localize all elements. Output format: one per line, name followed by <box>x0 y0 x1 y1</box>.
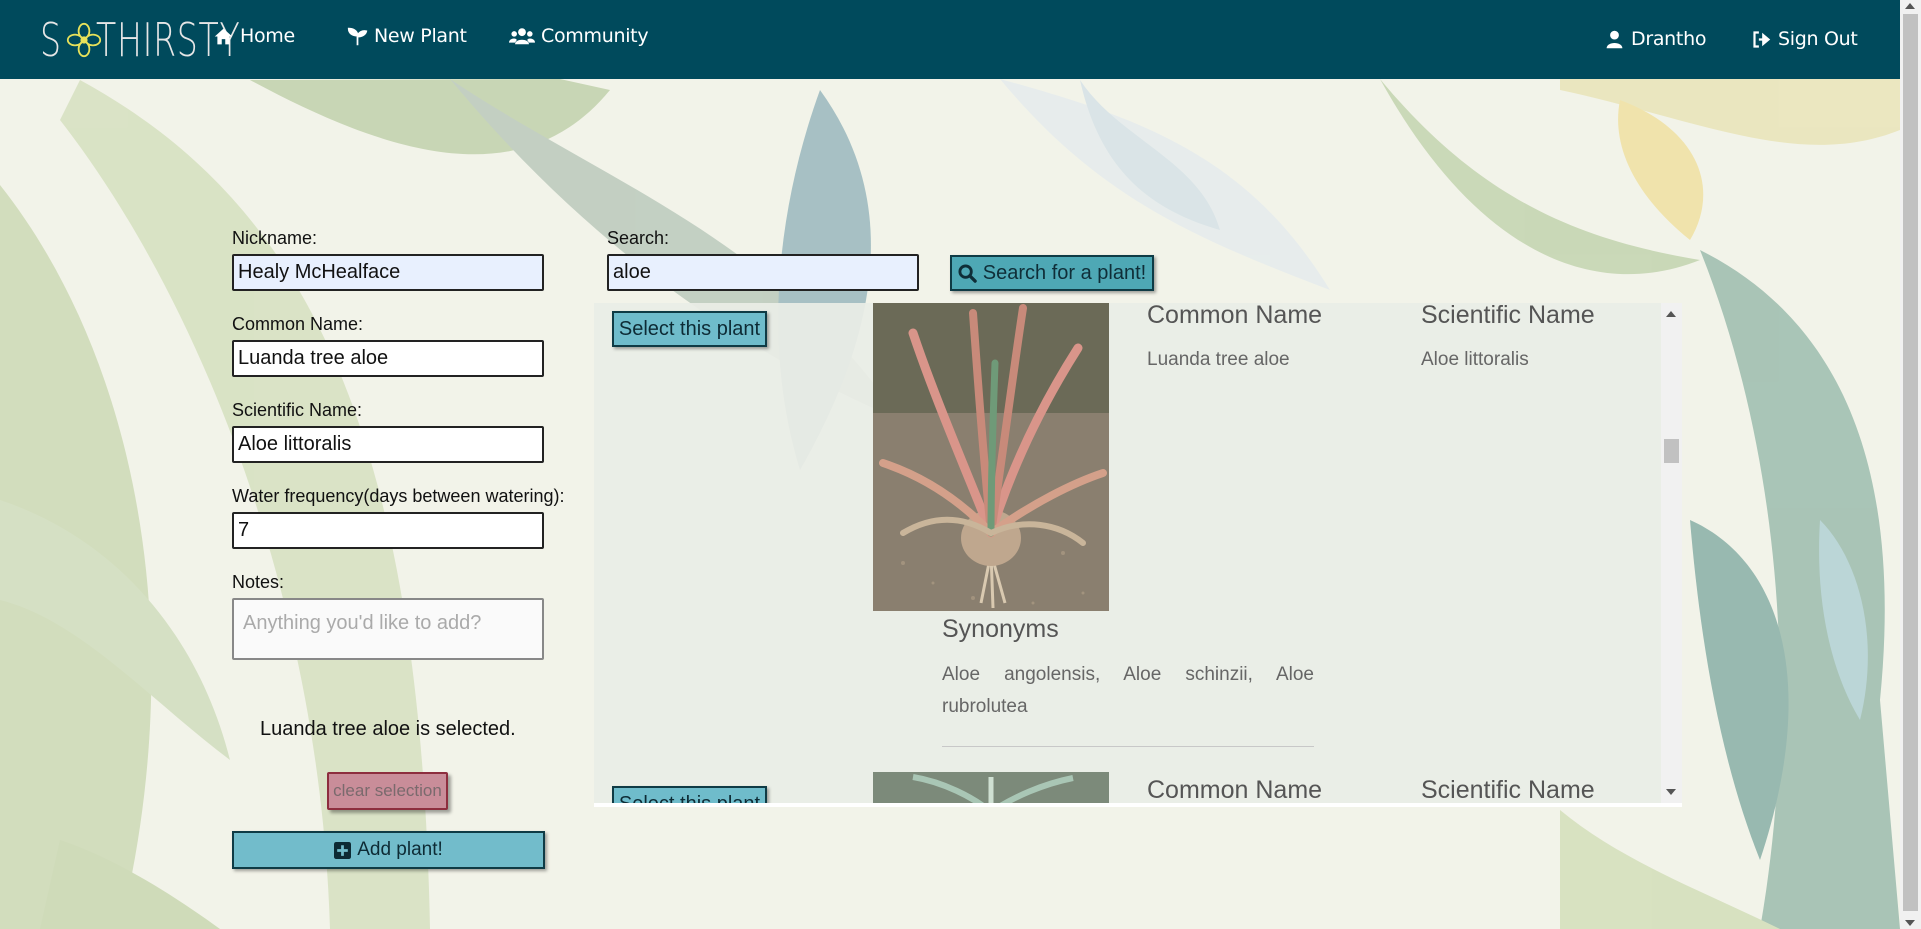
home-icon <box>213 26 234 47</box>
plant-photo <box>873 303 1109 611</box>
nav-new-plant-label: New Plant <box>374 25 467 47</box>
selected-plant-message: Luanda tree aloe is selected. <box>260 718 516 740</box>
water-frequency-label: Water frequency(days between watering): <box>232 486 565 506</box>
logo-text-left: S <box>40 13 62 67</box>
select-plant-button[interactable]: Select this plant <box>612 786 767 803</box>
common-name-label: Common Name: <box>232 314 364 334</box>
plant-photo <box>873 772 1109 803</box>
add-plant-label: Add plant! <box>357 839 443 860</box>
scroll-up-arrow[interactable] <box>1666 311 1676 317</box>
top-navbar: S THIRSTY Home New Plant Community Drant… <box>0 0 1900 79</box>
seedling-icon <box>347 26 368 47</box>
nav-new-plant[interactable]: New Plant <box>347 0 467 72</box>
nav-sign-out[interactable]: Sign Out <box>1751 3 1858 75</box>
common-name-input[interactable] <box>232 340 544 377</box>
page-scroll-thumb[interactable] <box>1903 14 1918 911</box>
results-bottom-edge <box>594 803 1682 807</box>
notes-label: Notes: <box>232 572 285 592</box>
scroll-down-arrow[interactable] <box>1666 789 1676 795</box>
result-divider <box>942 746 1314 747</box>
page-scroll-up-arrow[interactable] <box>1905 3 1915 9</box>
search-input[interactable] <box>607 254 919 291</box>
scientific-name-input[interactable] <box>232 426 544 463</box>
plus-square-icon <box>334 841 352 859</box>
search-label: Search: <box>607 228 670 248</box>
nickname-label: Nickname: <box>232 228 318 248</box>
nav-community-label: Community <box>541 25 649 47</box>
common-name-heading: Common Name <box>1147 303 1323 329</box>
water-frequency-input[interactable] <box>232 512 544 549</box>
scientific-name-heading: Scientific Name <box>1421 776 1595 803</box>
user-icon <box>1604 29 1625 50</box>
select-plant-label: Select this plant <box>619 793 760 804</box>
synonyms-heading: Synonyms <box>942 615 1059 643</box>
nav-home[interactable]: Home <box>213 0 295 72</box>
nav-community[interactable]: Community <box>509 0 649 72</box>
select-plant-button[interactable]: Select this plant <box>612 311 767 347</box>
page-scroll-down-arrow[interactable] <box>1905 920 1915 926</box>
scientific-name-label: Scientific Name: <box>232 400 363 420</box>
scroll-thumb[interactable] <box>1664 439 1679 463</box>
search-icon <box>958 263 977 283</box>
nickname-input[interactable] <box>232 254 544 291</box>
nav-home-label: Home <box>240 25 295 47</box>
notes-textarea[interactable] <box>232 598 544 660</box>
search-plant-button[interactable]: Search for a plant! <box>950 255 1154 291</box>
clear-selection-label: clear selection <box>333 781 442 800</box>
common-name-value: Luanda tree aloe <box>1147 349 1290 370</box>
scientific-name-heading: Scientific Name <box>1421 303 1595 329</box>
clear-selection-button[interactable]: clear selection <box>327 772 448 810</box>
sign-out-icon <box>1751 29 1772 50</box>
results-scrollbar[interactable] <box>1661 303 1682 803</box>
add-plant-button[interactable]: Add plant! <box>232 831 545 869</box>
common-name-heading: Common Name <box>1147 776 1323 803</box>
search-results-panel[interactable]: Select this plant Common Name Luanda tre… <box>594 303 1682 803</box>
nav-sign-out-label: Sign Out <box>1778 28 1858 50</box>
scientific-name-value: Aloe littoralis <box>1421 349 1529 370</box>
search-plant-label: Search for a plant! <box>982 261 1147 284</box>
nav-user[interactable]: Drantho <box>1604 3 1706 75</box>
page-scrollbar[interactable] <box>1900 0 1921 929</box>
users-icon <box>509 26 535 47</box>
synonyms-value: Aloe angolensis, Aloe schinzii, Aloe rub… <box>942 664 1314 717</box>
select-plant-label: Select this plant <box>618 317 761 340</box>
nav-user-label: Drantho <box>1631 28 1707 50</box>
